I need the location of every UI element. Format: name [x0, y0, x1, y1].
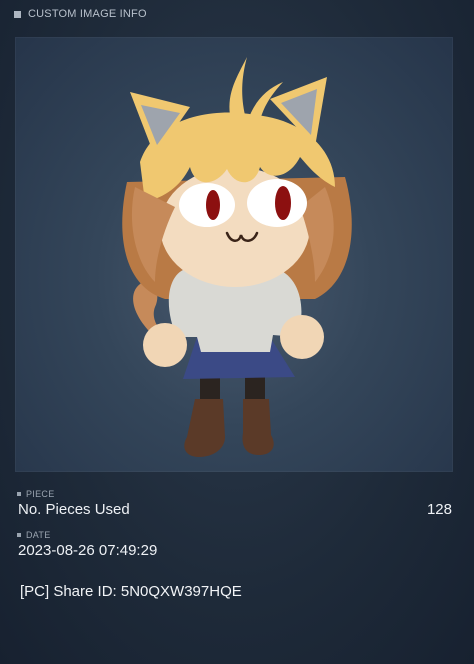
date-value: 2023-08-26 07:49:29 [18, 542, 158, 559]
square-bullet-icon [17, 533, 21, 537]
date-label: DATE [17, 530, 51, 540]
share-id-text: [PC] Share ID: 5N0QXW397HQE [20, 583, 242, 600]
custom-image-frame [15, 37, 453, 472]
square-bullet-icon [17, 492, 21, 496]
character-illustration [122, 57, 352, 457]
section-title: CUSTOM IMAGE INFO [28, 8, 147, 20]
pieces-used-label: No. Pieces Used [18, 501, 130, 518]
piece-label: PIECE [17, 489, 55, 499]
pieces-used-count: 128 [426, 501, 452, 518]
square-bullet-icon [14, 10, 21, 18]
section-header: CUSTOM IMAGE INFO [14, 8, 147, 20]
